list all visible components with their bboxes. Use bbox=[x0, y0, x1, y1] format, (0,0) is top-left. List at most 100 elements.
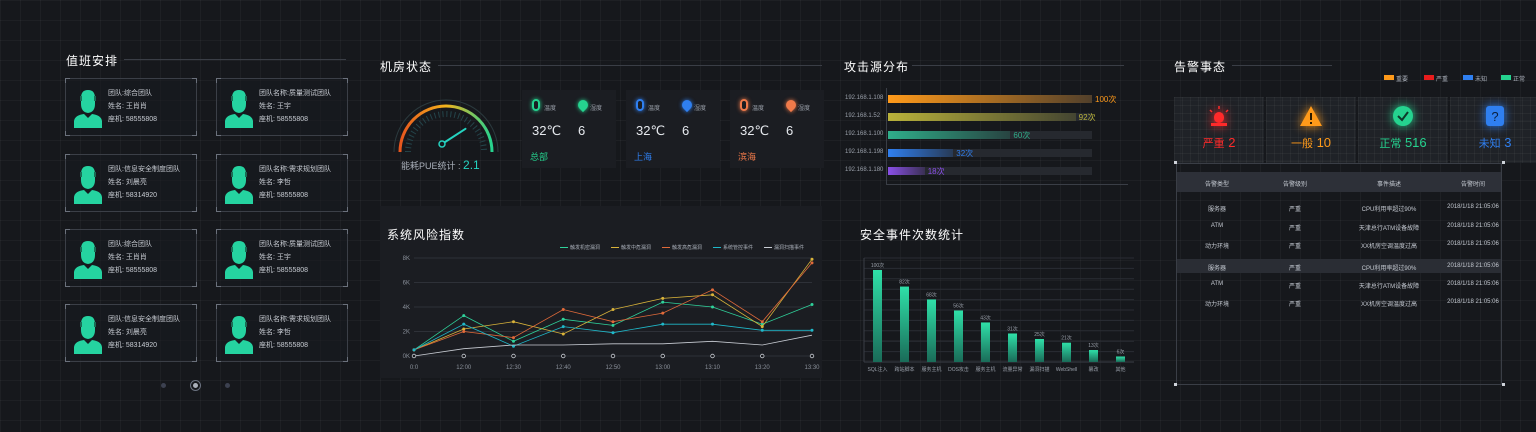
duty-card[interactable]: 团队名称:需求规划团队 姓名: 李哲 座机: 58555808 bbox=[216, 304, 348, 362]
card-corner bbox=[216, 154, 221, 159]
events-value-label: 82次 bbox=[899, 279, 910, 286]
alarm-tile-text: 严重 2 bbox=[1174, 135, 1264, 151]
temp-label: 温度 bbox=[752, 106, 765, 112]
risk-point bbox=[810, 303, 814, 307]
card-corner bbox=[65, 229, 70, 234]
duty-card[interactable]: 团队名称:质量测试团队 姓名: 王宇 座机: 58555808 bbox=[216, 229, 348, 287]
risk-series-line bbox=[413, 258, 813, 351]
card-corner bbox=[216, 304, 221, 309]
alarm-tile-check[interactable]: 正常 516 bbox=[1358, 97, 1448, 163]
temp-label: 温度 bbox=[648, 106, 661, 112]
events-value-label: 68次 bbox=[926, 291, 937, 298]
events-category-label: SQL注入 bbox=[867, 366, 887, 373]
duty-card[interactable]: 团队:信息安全制度团队 姓名: 刘晨亮 座机: 58314920 bbox=[65, 154, 197, 212]
risk-point bbox=[561, 332, 565, 336]
duty-team: 团队:综合团队 bbox=[108, 90, 152, 97]
risk-point bbox=[610, 353, 616, 359]
risk-xtick: 13:20 bbox=[755, 365, 771, 371]
duty-card[interactable]: 团队:综合团队 姓名: 王肖肖 座机: 58555808 bbox=[65, 229, 197, 287]
alarm-legend-label: 未知 bbox=[1475, 77, 1488, 83]
risk-xtick: 0:0 bbox=[410, 365, 419, 371]
hum-value: 6 bbox=[682, 123, 690, 138]
alarm-tile-label: 正常 bbox=[1379, 138, 1402, 150]
alarm-cell-type: 动力环境 bbox=[1204, 244, 1229, 250]
card-corner bbox=[65, 304, 70, 309]
events-bar bbox=[927, 299, 936, 362]
risk-point bbox=[511, 353, 516, 359]
card-corner bbox=[65, 207, 70, 212]
temp-label: 温度 bbox=[544, 106, 557, 112]
alarm-table-row[interactable]: 服务器 严重 CPU利用率超过90% 2018/1/18 21:05:06 bbox=[1177, 259, 1501, 273]
events-value-label: 43次 bbox=[980, 314, 991, 321]
duty-card[interactable]: 团队名称:质量测试团队 姓名: 王宇 座机: 58555808 bbox=[216, 78, 348, 136]
card-corner bbox=[192, 304, 197, 309]
room-site-card: 温度 湿度 32℃ 6 上海 bbox=[626, 90, 720, 168]
risk-point bbox=[661, 296, 665, 300]
attack-ip-label: 192.168.1.100 bbox=[845, 131, 884, 137]
alarm-table-row[interactable]: ATM 严重 天津总行ATM设备故障 2018/1/18 21:05:06 bbox=[1177, 277, 1501, 291]
alarm-tile-question[interactable]: ? 未知 3 bbox=[1450, 97, 1536, 163]
risk-point bbox=[810, 257, 814, 261]
card-corner bbox=[65, 131, 70, 136]
duty-card[interactable]: 团队:综合团队 姓名: 王肖肖 座机: 58555808 bbox=[65, 78, 197, 136]
alarm-header-time: 告警时间 bbox=[1460, 182, 1485, 188]
risk-ytick: 8K bbox=[403, 256, 410, 262]
risk-point bbox=[711, 322, 714, 326]
card-corner bbox=[65, 357, 70, 362]
user-avatar-icon bbox=[223, 88, 255, 128]
duty-card[interactable]: 团队名称:需求规划团队 姓名: 李哲 座机: 58555808 bbox=[216, 154, 348, 212]
pager-dot-3[interactable] bbox=[225, 383, 230, 388]
card-corner bbox=[192, 282, 197, 287]
risk-point bbox=[809, 353, 815, 359]
alarm-table-row[interactable]: 动力环境 严重 XX机房空调温度过高 2018/1/18 21:05:06 bbox=[1177, 295, 1501, 309]
attack-ip-label: 192.168.1.108 bbox=[845, 95, 884, 101]
attack-value-label: 18次 bbox=[927, 167, 945, 176]
risk-point bbox=[512, 336, 515, 340]
room-title-divider bbox=[438, 65, 822, 66]
duty-phone: 座机: 58555808 bbox=[259, 192, 309, 199]
card-corner bbox=[343, 78, 348, 83]
site-name: 滨海 bbox=[738, 152, 757, 162]
gauge-needle bbox=[441, 127, 467, 145]
duty-title: 值班安排 bbox=[66, 54, 119, 68]
alarm-legend-label: 正常 bbox=[1513, 77, 1526, 83]
duty-name: 姓名: 王宇 bbox=[259, 254, 291, 261]
duty-card[interactable]: 团队:信息安全制度团队 姓名: 刘晨亮 座机: 58314920 bbox=[65, 304, 197, 362]
alarm-cell-desc: XX机房空调温度过高 bbox=[1360, 244, 1417, 250]
risk-point bbox=[561, 325, 565, 329]
alarm-table-row[interactable]: 服务器 严重 CPU利用率超过90% 2018/1/18 21:05:06 bbox=[1177, 200, 1501, 214]
duty-info: 团队:综合团队 姓名: 王肖肖 座机: 58555808 bbox=[108, 238, 157, 277]
warning-icon bbox=[1299, 105, 1323, 127]
events-value-label: 6次 bbox=[1117, 348, 1125, 355]
duty-team: 团队名称:需求规划团队 bbox=[259, 166, 331, 173]
events-bar bbox=[1116, 356, 1125, 362]
risk-point bbox=[661, 300, 665, 304]
pager-dot-2-active[interactable] bbox=[190, 380, 201, 391]
humidity-icon bbox=[575, 97, 591, 113]
card-corner bbox=[216, 78, 221, 83]
events-bar bbox=[1035, 339, 1044, 362]
alarm-cell-type: ATM bbox=[1210, 223, 1224, 229]
humidity-icon bbox=[679, 97, 695, 113]
alarm-cell-desc: 天津总行ATM设备故障 bbox=[1358, 284, 1420, 290]
pager-dot-1[interactable] bbox=[161, 383, 166, 388]
duty-info: 团队名称:需求规划团队 姓名: 李哲 座机: 58555808 bbox=[259, 313, 331, 352]
duty-phone: 座机: 58555808 bbox=[259, 267, 309, 274]
alarm-table-header: 告警类型 告警级别 事件描述 告警时间 bbox=[1177, 172, 1501, 192]
events-category-label: DOS攻击 bbox=[948, 366, 969, 373]
alarm-tile-label: 一般 bbox=[1290, 138, 1313, 150]
alarm-table-row[interactable]: ATM 严重 天津总行ATM设备故障 2018/1/18 21:05:06 bbox=[1177, 219, 1501, 233]
alarm-cell-type: 服务器 bbox=[1207, 266, 1226, 272]
risk-point bbox=[760, 320, 764, 324]
room-site-card: 温度 湿度 32℃ 6 总部 bbox=[522, 90, 616, 168]
alarm-cell-level: 严重 bbox=[1288, 284, 1301, 290]
duty-info: 团队:信息安全制度团队 姓名: 刘晨亮 座机: 58314920 bbox=[108, 313, 180, 352]
card-corner bbox=[343, 282, 348, 287]
alarm-cell-level: 严重 bbox=[1288, 226, 1301, 232]
attack-value-label: 92次 bbox=[1078, 113, 1096, 122]
alarm-table-row[interactable]: 动力环境 严重 XX机房空调温度过高 2018/1/18 21:05:06 bbox=[1177, 237, 1501, 251]
alarm-tile-siren[interactable]: 严重 2 bbox=[1174, 97, 1264, 163]
alarm-tile-warning[interactable]: 一般 10 bbox=[1266, 97, 1356, 163]
events-value-label: 100次 bbox=[871, 262, 884, 269]
events-category-label: WebShell bbox=[1056, 367, 1077, 373]
